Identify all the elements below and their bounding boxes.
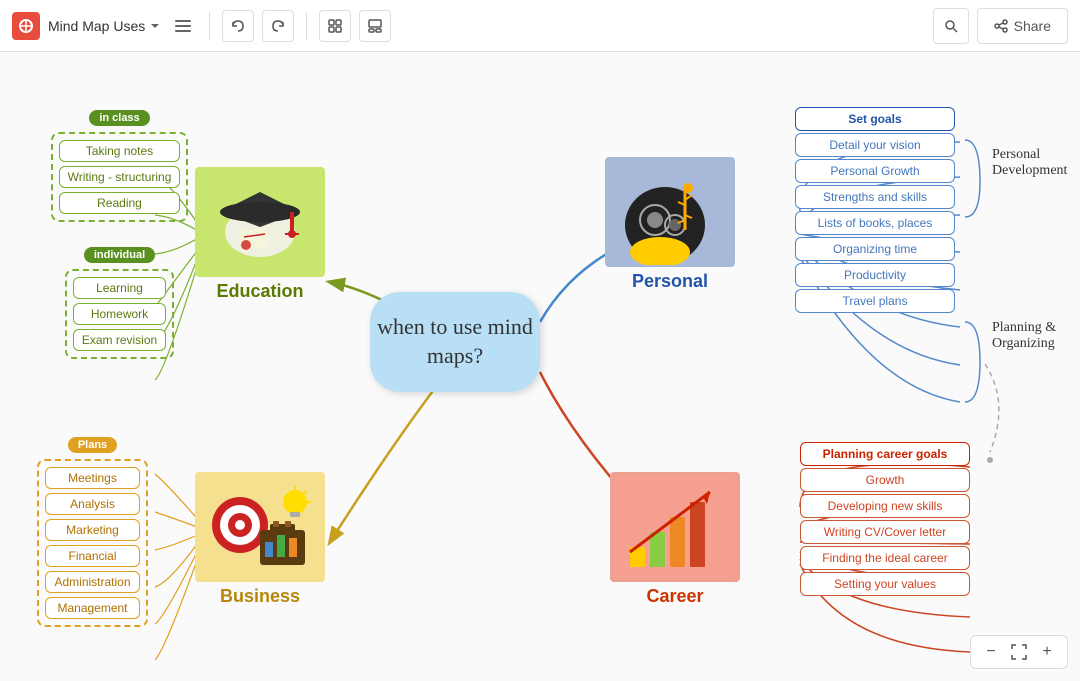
individual-item-2[interactable]: Homework — [73, 303, 166, 325]
personal-items-list: Set goals Detail your vision Personal Gr… — [795, 107, 955, 313]
biz-item-1[interactable]: Meetings — [45, 467, 139, 489]
personal-item-7[interactable]: Productivity — [795, 263, 955, 287]
layout-button[interactable] — [359, 10, 391, 42]
individual-items-box: Learning Homework Exam revision — [65, 269, 174, 359]
share-button[interactable]: Share — [977, 8, 1068, 44]
in-class-items-box: Taking notes Writing - structuring Readi… — [51, 132, 189, 222]
fit-view-button[interactable] — [319, 10, 351, 42]
individual-item-3[interactable]: Exam revision — [73, 329, 166, 351]
personal-item-5[interactable]: Lists of books, places — [795, 211, 955, 235]
center-node[interactable]: when to use mind maps? — [370, 292, 540, 392]
education-image — [195, 167, 325, 277]
career-item-2[interactable]: Growth — [800, 468, 970, 492]
search-button[interactable] — [933, 8, 969, 44]
plans-label: Plans — [68, 437, 117, 453]
in-class-item-3[interactable]: Reading — [59, 192, 181, 214]
biz-item-3[interactable]: Marketing — [45, 519, 139, 541]
education-label: Education — [216, 281, 303, 302]
education-node[interactable]: Education — [195, 167, 325, 302]
in-class-item-2[interactable]: Writing - structuring — [59, 166, 181, 188]
career-image — [610, 472, 740, 582]
app-logo — [12, 12, 40, 40]
zoom-controls: − + — [970, 635, 1068, 669]
document-title[interactable]: Mind Map Uses — [48, 18, 161, 34]
personal-item-4[interactable]: Strengths and skills — [795, 185, 955, 209]
career-item-4[interactable]: Writing CV/Cover letter — [800, 520, 970, 544]
personal-item-2[interactable]: Detail your vision — [795, 133, 955, 157]
education-in-class-group: in class Taking notes Writing - structur… — [42, 110, 197, 222]
menu-button[interactable] — [169, 12, 197, 40]
planning-organizing-label: Planning &Organizing — [992, 320, 1056, 352]
personal-item-3[interactable]: Personal Growth — [795, 159, 955, 183]
mind-map-canvas[interactable]: when to use mind maps? Education — [0, 52, 1080, 681]
business-plans-group: Plans Meetings Analysis Marketing Financ… — [10, 437, 175, 627]
career-node[interactable]: Career — [610, 472, 740, 607]
business-label: Business — [220, 586, 300, 607]
business-node[interactable]: Business — [195, 472, 325, 607]
career-item-1[interactable]: Planning career goals — [800, 442, 970, 466]
personal-image — [605, 157, 735, 267]
career-label: Career — [646, 586, 703, 607]
zoom-fit-button[interactable] — [1007, 640, 1031, 664]
redo-button[interactable] — [262, 10, 294, 42]
career-item-3[interactable]: Developing new skills — [800, 494, 970, 518]
career-item-5[interactable]: Finding the ideal career — [800, 546, 970, 570]
personal-item-6[interactable]: Organizing time — [795, 237, 955, 261]
individual-label: individual — [84, 247, 155, 263]
personal-development-label: PersonalDevelopment — [992, 147, 1067, 179]
biz-item-2[interactable]: Analysis — [45, 493, 139, 515]
in-class-label: in class — [89, 110, 149, 126]
biz-item-6[interactable]: Management — [45, 597, 139, 619]
career-item-6[interactable]: Setting your values — [800, 572, 970, 596]
education-individual-group: individual Learning Homework Exam revisi… — [42, 247, 197, 359]
personal-label: Personal — [632, 271, 708, 292]
undo-button[interactable] — [222, 10, 254, 42]
individual-item-1[interactable]: Learning — [73, 277, 166, 299]
personal-node[interactable]: Personal — [605, 157, 735, 292]
zoom-in-button[interactable]: + — [1035, 640, 1059, 664]
career-items-list: Planning career goals Growth Developing … — [800, 442, 970, 596]
biz-item-4[interactable]: Financial — [45, 545, 139, 567]
personal-item-8[interactable]: Travel plans — [795, 289, 955, 313]
in-class-item-1[interactable]: Taking notes — [59, 140, 181, 162]
toolbar: Mind Map Uses — [0, 0, 1080, 52]
personal-item-1[interactable]: Set goals — [795, 107, 955, 131]
biz-item-5[interactable]: Administration — [45, 571, 139, 593]
zoom-out-button[interactable]: − — [979, 640, 1003, 664]
business-items-box: Meetings Analysis Marketing Financial Ad… — [37, 459, 147, 627]
business-image — [195, 472, 325, 582]
